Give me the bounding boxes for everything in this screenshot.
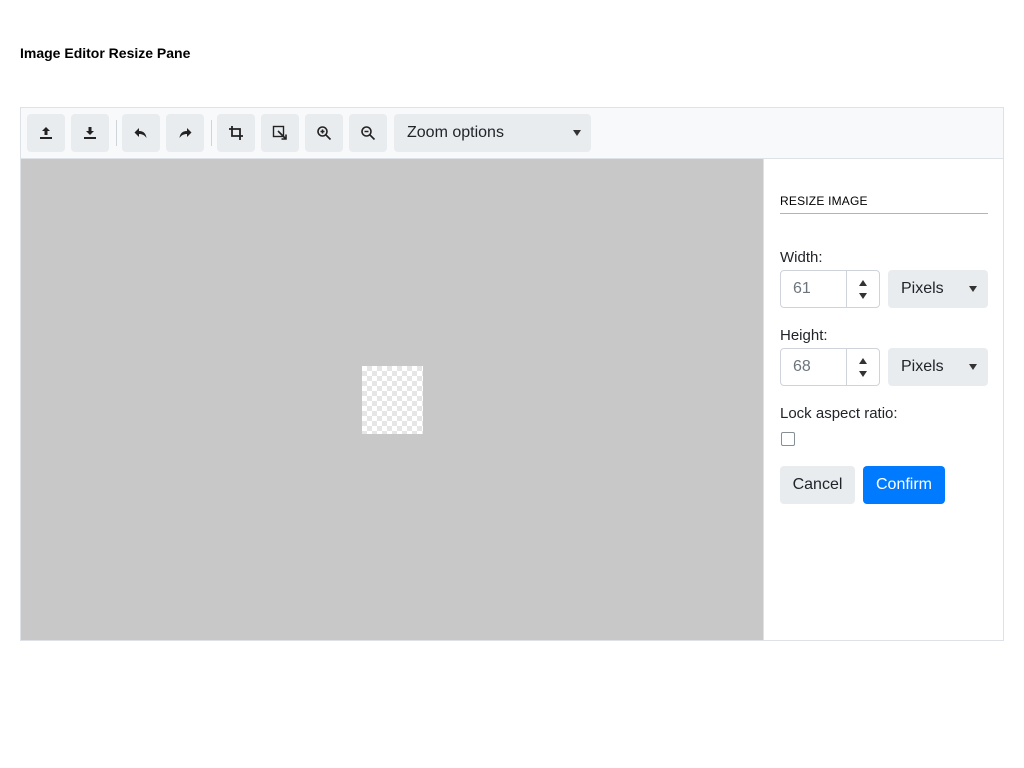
zoom-in-button[interactable] bbox=[305, 114, 343, 152]
width-label: Width: bbox=[780, 249, 823, 266]
toolbar-separator bbox=[116, 120, 117, 146]
lock-aspect-checkbox[interactable] bbox=[781, 432, 795, 446]
undo-button[interactable] bbox=[122, 114, 160, 152]
width-input[interactable]: 61 bbox=[780, 270, 880, 308]
width-increment-icon[interactable] bbox=[859, 280, 867, 286]
image-canvas[interactable] bbox=[21, 159, 763, 640]
width-unit-label: Pixels bbox=[901, 280, 944, 297]
height-input[interactable]: 68 bbox=[780, 348, 880, 386]
zoom-options-label: Zoom options bbox=[407, 124, 504, 141]
lock-aspect-label: Lock aspect ratio: bbox=[780, 405, 898, 422]
height-unit-label: Pixels bbox=[901, 358, 944, 375]
download-icon bbox=[84, 127, 96, 139]
redo-button[interactable] bbox=[166, 114, 204, 152]
resize-pane-heading: RESIZE IMAGE bbox=[780, 194, 988, 214]
chevron-down-icon bbox=[969, 286, 977, 292]
chevron-down-icon bbox=[969, 364, 977, 370]
resize-icon bbox=[272, 125, 287, 140]
download-button[interactable] bbox=[71, 114, 109, 152]
height-value: 68 bbox=[793, 358, 811, 375]
chevron-down-icon bbox=[573, 130, 581, 136]
height-decrement-icon[interactable] bbox=[859, 371, 867, 377]
redo-icon bbox=[179, 128, 192, 138]
resize-button[interactable] bbox=[261, 114, 299, 152]
toolbar: Zoom options bbox=[21, 108, 1003, 159]
width-decrement-icon[interactable] bbox=[859, 293, 867, 299]
crop-button[interactable] bbox=[217, 114, 255, 152]
height-stepper bbox=[846, 349, 879, 385]
height-label: Height: bbox=[780, 327, 828, 344]
page-title: Image Editor Resize Pane bbox=[20, 45, 191, 61]
width-unit-select[interactable]: Pixels bbox=[888, 270, 988, 308]
width-stepper bbox=[846, 271, 879, 307]
image-preview[interactable] bbox=[362, 366, 423, 434]
resize-pane: RESIZE IMAGE Width: 61 Pixels Height: 68… bbox=[763, 159, 1003, 640]
undo-icon bbox=[134, 128, 147, 138]
zoom-out-icon bbox=[361, 126, 376, 141]
confirm-button[interactable]: Confirm bbox=[863, 466, 945, 504]
toolbar-separator bbox=[211, 120, 212, 146]
height-unit-select[interactable]: Pixels bbox=[888, 348, 988, 386]
width-value: 61 bbox=[793, 280, 811, 297]
cancel-button[interactable]: Cancel bbox=[780, 466, 855, 504]
crop-icon bbox=[229, 126, 243, 140]
upload-icon bbox=[40, 127, 52, 139]
zoom-in-icon bbox=[317, 126, 332, 141]
upload-button[interactable] bbox=[27, 114, 65, 152]
zoom-options-dropdown[interactable]: Zoom options bbox=[394, 114, 591, 152]
height-increment-icon[interactable] bbox=[859, 358, 867, 364]
zoom-out-button[interactable] bbox=[349, 114, 387, 152]
image-editor: Zoom options RESIZE IMAGE Width: 61 Pixe… bbox=[20, 107, 1004, 641]
